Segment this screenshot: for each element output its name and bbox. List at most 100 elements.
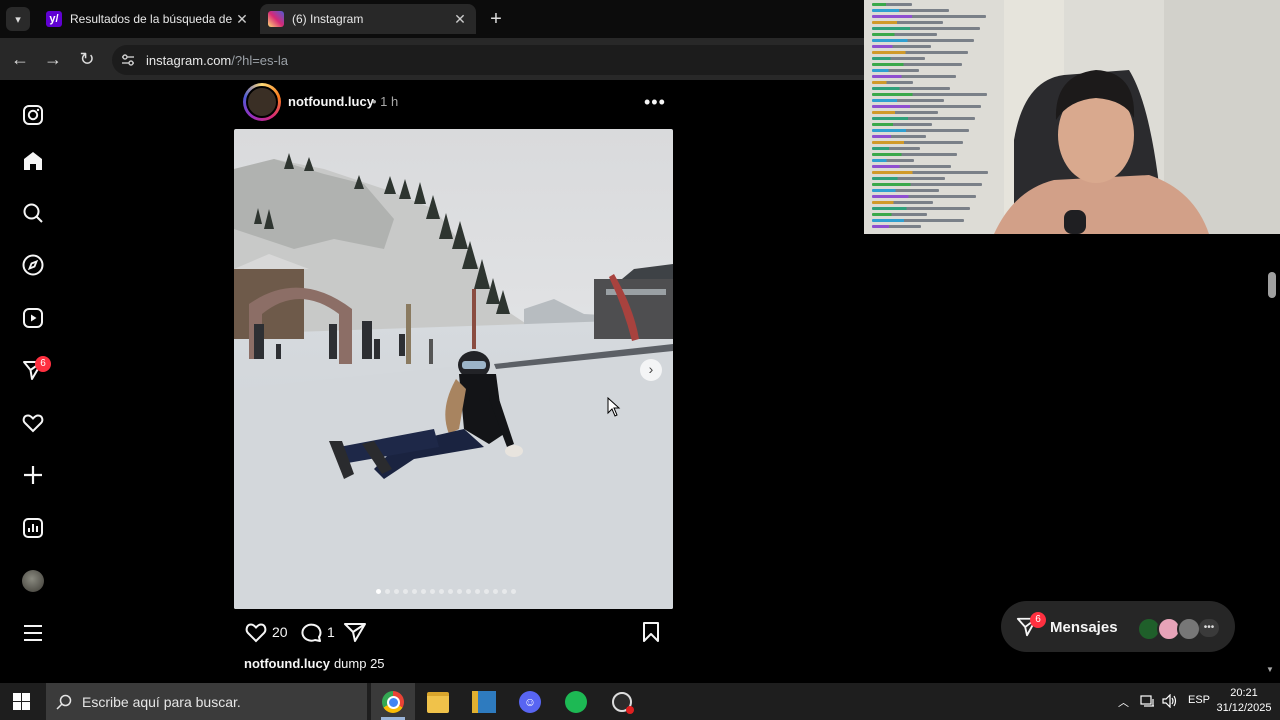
stream-overlay xyxy=(864,0,1280,234)
show-hidden-icons-icon[interactable]: ︿ xyxy=(1118,694,1129,710)
messages-badge: 6 xyxy=(35,356,51,372)
chat-message xyxy=(872,177,945,180)
post-username[interactable]: notfound.lucy xyxy=(288,94,374,109)
app-icon[interactable] xyxy=(470,688,498,716)
chat-message xyxy=(872,219,964,222)
chat-message xyxy=(872,159,914,162)
chat-message xyxy=(872,63,962,66)
site-settings-icon[interactable] xyxy=(121,53,135,67)
url-path: /?hl=es-la xyxy=(231,52,288,68)
taskbar-search-box[interactable]: Escribe aquí para buscar. xyxy=(46,683,367,720)
close-tab-icon[interactable]: ✕ xyxy=(232,11,252,28)
post-author-avatar[interactable] xyxy=(246,86,278,118)
file-explorer-icon[interactable] xyxy=(424,688,452,716)
explore-icon[interactable] xyxy=(20,252,46,278)
chat-message xyxy=(872,195,976,198)
carousel-dot xyxy=(457,589,462,594)
comment-button[interactable]: 1 xyxy=(299,621,335,643)
chat-message xyxy=(872,39,974,42)
chat-message xyxy=(872,69,919,72)
scroll-down-arrow-icon[interactable]: ▼ xyxy=(1266,665,1274,674)
chat-message xyxy=(872,99,944,102)
chat-message xyxy=(872,135,926,138)
input-language[interactable]: ESP xyxy=(1188,694,1210,706)
carousel-dot xyxy=(439,589,444,594)
like-button[interactable]: 20 xyxy=(244,621,288,643)
post-image[interactable] xyxy=(234,129,673,609)
chat-message xyxy=(872,3,912,6)
messages-pill-badge: 6 xyxy=(1030,612,1046,628)
chat-message xyxy=(872,189,939,192)
save-button[interactable] xyxy=(640,621,662,643)
carousel-dot xyxy=(376,589,381,594)
system-clock[interactable]: 20:21 31/12/2025 xyxy=(1212,686,1276,716)
chat-message xyxy=(872,213,927,216)
carousel-next-button[interactable]: › xyxy=(640,359,662,381)
reload-button[interactable]: ↻ xyxy=(76,48,98,70)
yahoo-favicon-icon: y/ xyxy=(46,11,62,27)
chat-message xyxy=(872,129,969,132)
instagram-logo-icon[interactable] xyxy=(20,102,46,128)
tab-instagram[interactable]: (6) Instagram ✕ xyxy=(260,4,476,34)
post-time: • 1 h xyxy=(372,94,399,109)
chat-message xyxy=(872,225,921,228)
dashboard-icon[interactable] xyxy=(20,515,46,541)
back-button[interactable]: ← xyxy=(9,48,31,70)
profile-avatar[interactable] xyxy=(20,568,46,594)
home-icon[interactable] xyxy=(20,148,46,174)
search-icon[interactable] xyxy=(20,200,46,226)
spotify-icon[interactable] xyxy=(562,688,590,716)
chat-message xyxy=(872,57,925,60)
carousel-dot xyxy=(394,589,399,594)
chat-message xyxy=(872,45,931,48)
carousel-dot xyxy=(511,589,516,594)
carousel-dot xyxy=(484,589,489,594)
carousel-dot xyxy=(430,589,435,594)
comment-icon xyxy=(301,623,322,642)
more-options-icon[interactable]: ••• xyxy=(644,92,666,113)
more-contacts-icon: ••• xyxy=(1199,619,1219,637)
discord-icon[interactable]: ☺ xyxy=(516,688,544,716)
chat-message xyxy=(872,75,956,78)
caption-text: dump 25 xyxy=(333,656,385,671)
obs-icon[interactable] xyxy=(608,688,636,716)
tab-search-results[interactable]: y/ Resultados de la búsqueda de i ✕ xyxy=(36,4,258,34)
messages-pill-label: Mensajes xyxy=(1050,619,1118,636)
chat-message xyxy=(872,201,933,204)
network-icon[interactable] xyxy=(1140,694,1156,708)
chat-message xyxy=(872,51,968,54)
instagram-favicon-icon xyxy=(268,11,284,27)
close-tab-icon[interactable]: ✕ xyxy=(450,11,470,28)
taskbar-search-placeholder: Escribe aquí para buscar. xyxy=(82,693,241,710)
chat-message xyxy=(872,171,988,174)
caption-username[interactable]: notfound.lucy xyxy=(244,656,330,671)
notifications-icon[interactable] xyxy=(20,410,46,436)
tab-search-button[interactable]: ▾ xyxy=(6,7,30,31)
reels-icon[interactable] xyxy=(20,305,46,331)
chrome-icon[interactable] xyxy=(379,688,407,716)
chat-message xyxy=(872,81,913,84)
clock-time: 20:21 xyxy=(1230,687,1258,699)
more-menu-icon[interactable] xyxy=(20,620,46,646)
address-bar[interactable]: instagram.com /?hl=es-la xyxy=(112,45,864,75)
chat-message xyxy=(872,147,920,150)
share-icon xyxy=(344,623,366,642)
carousel-dot xyxy=(448,589,453,594)
volume-icon[interactable] xyxy=(1162,694,1178,708)
chat-message xyxy=(872,105,981,108)
forward-button[interactable]: → xyxy=(42,48,64,70)
windows-start-icon[interactable] xyxy=(13,693,30,710)
chat-message xyxy=(872,87,950,90)
carousel-dot xyxy=(421,589,426,594)
bookmark-icon xyxy=(643,622,659,642)
contact-avatar xyxy=(1177,617,1201,641)
share-button[interactable] xyxy=(343,621,367,643)
new-tab-button[interactable]: + xyxy=(484,8,508,30)
search-icon xyxy=(56,694,72,710)
create-icon[interactable] xyxy=(20,462,46,488)
carousel-dot xyxy=(475,589,480,594)
carousel-dot xyxy=(493,589,498,594)
chat-message xyxy=(872,117,975,120)
page-scrollbar-thumb[interactable] xyxy=(1268,272,1276,298)
like-count: 20 xyxy=(272,624,288,640)
